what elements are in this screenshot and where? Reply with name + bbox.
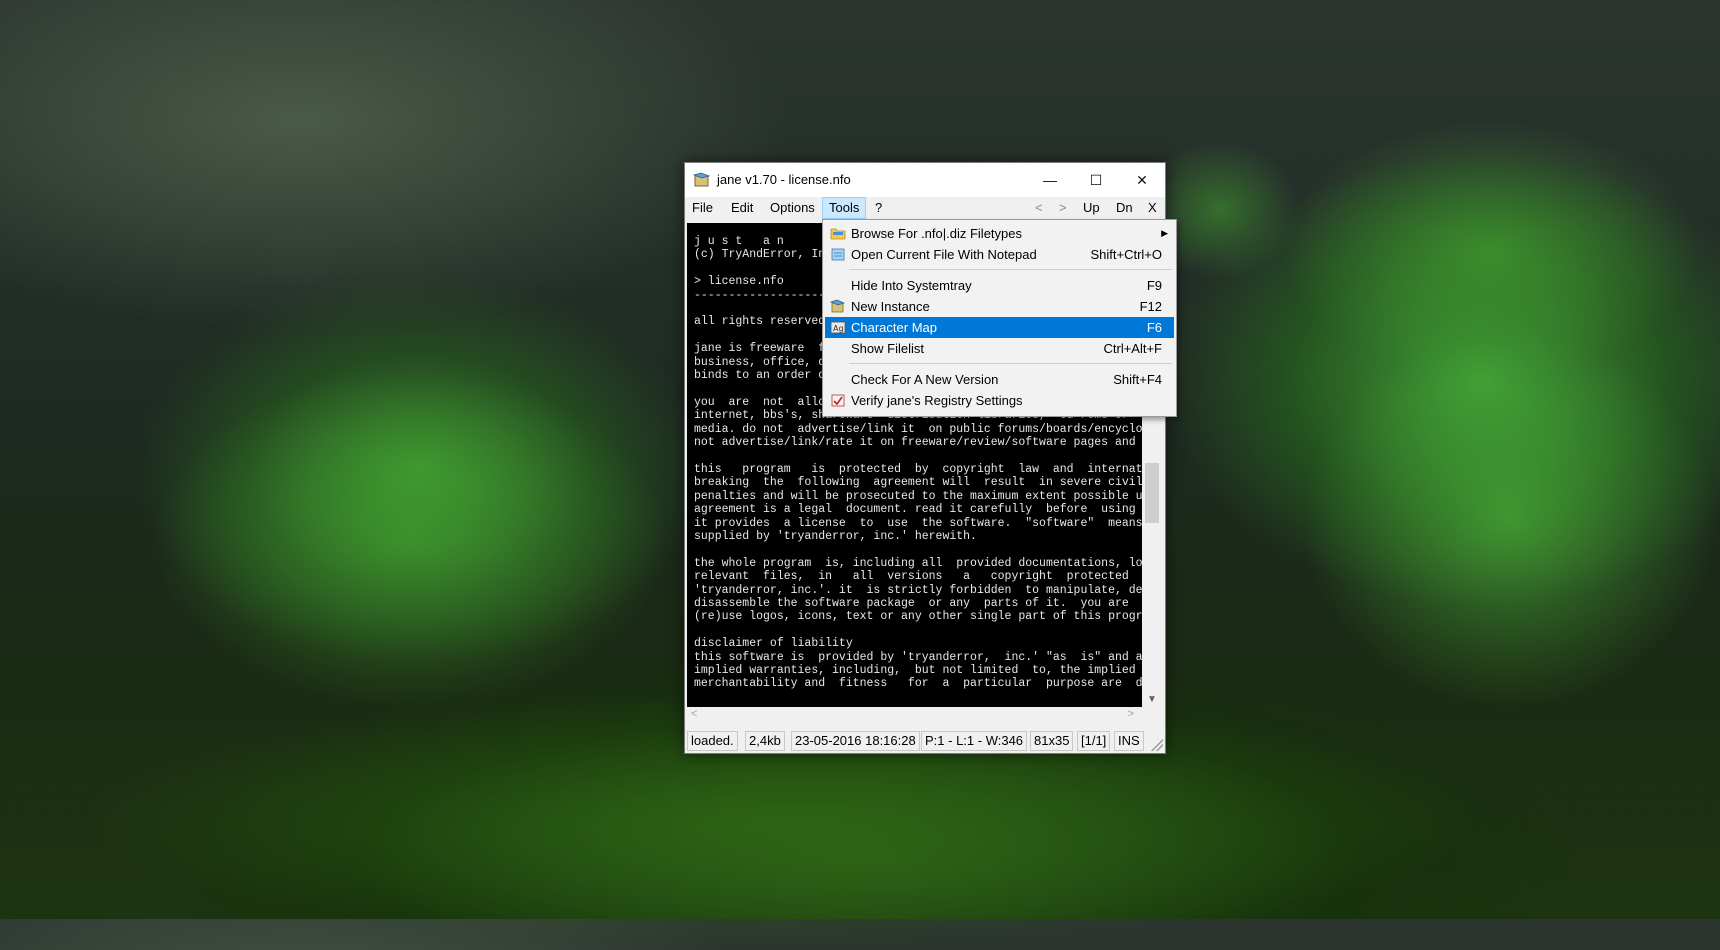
menu-item-shortcut: Shift+Ctrl+O (1090, 247, 1162, 262)
up-button[interactable]: Up (1083, 197, 1100, 219)
menu-separator (849, 363, 1172, 364)
menu-item-character-map[interactable]: Ag Character Map F6 (825, 317, 1174, 338)
background-foliage (1300, 330, 1720, 710)
registry-icon (831, 394, 845, 407)
status-timestamp: 23-05-2016 18:16:28 (791, 731, 920, 751)
status-filesize: 2,4kb (745, 731, 785, 751)
menu-options[interactable]: Options (764, 197, 821, 219)
menu-item-check-version[interactable]: Check For A New Version Shift+F4 (825, 369, 1174, 390)
notepad-icon (831, 248, 845, 261)
menu-item-shortcut: Shift+F4 (1113, 372, 1162, 387)
maximize-button[interactable]: ☐ (1073, 163, 1119, 197)
menu-item-open-notepad[interactable]: Open Current File With Notepad Shift+Ctr… (825, 244, 1174, 265)
close-button[interactable]: ✕ (1119, 163, 1165, 197)
menu-item-browse-filetypes[interactable]: Browse For .nfo|.diz Filetypes ▶ (825, 223, 1174, 244)
submenu-arrow-icon: ▶ (1161, 228, 1168, 238)
character-map-icon: Ag (830, 321, 846, 334)
down-button[interactable]: Dn (1116, 197, 1133, 219)
scrollbar-thumb[interactable] (1145, 463, 1159, 523)
background-foliage (150, 370, 670, 710)
menu-item-shortcut: F12 (1139, 299, 1162, 314)
app-icon (830, 299, 845, 313)
resize-grip-icon[interactable] (1151, 739, 1163, 751)
window-title: jane v1.70 - license.nfo (717, 172, 851, 187)
menu-edit[interactable]: Edit (725, 197, 759, 219)
menu-item-label: Check For A New Version (851, 372, 999, 387)
menu-item-shortcut: F9 (1146, 278, 1162, 293)
scroll-left-icon[interactable]: < (691, 708, 697, 720)
menu-item-label: Browse For .nfo|.diz Filetypes (851, 226, 1022, 241)
menu-separator (849, 269, 1172, 270)
prev-button[interactable]: < (1035, 197, 1043, 219)
status-insert-mode: INS (1114, 731, 1144, 751)
folder-icon (830, 228, 846, 240)
status-file-index: [1/1] (1077, 731, 1111, 751)
menu-file[interactable]: File (686, 197, 719, 219)
menu-item-label: Open Current File With Notepad (851, 247, 1037, 262)
menu-item-new-instance[interactable]: New Instance F12 (825, 296, 1174, 317)
menu-item-label: Character Map (851, 320, 937, 335)
close-file-button[interactable]: X (1148, 197, 1157, 219)
tools-dropdown-menu: Browse For .nfo|.diz Filetypes ▶ Open Cu… (822, 219, 1177, 417)
next-button[interactable]: > (1059, 197, 1067, 219)
status-state: loaded. (687, 731, 738, 751)
menu-item-label: New Instance (851, 299, 930, 314)
horizontal-scrollbar[interactable]: < > (687, 707, 1142, 725)
menu-item-shortcut: F6 (1146, 320, 1162, 335)
minimize-button[interactable]: — (1027, 163, 1073, 197)
svg-text:Ag: Ag (833, 324, 844, 333)
scroll-right-icon[interactable]: > (1128, 708, 1134, 720)
status-dimensions: 81x35 (1030, 731, 1074, 751)
menu-item-label: Verify jane's Registry Settings (851, 393, 1023, 408)
menu-item-label: Show Filelist (851, 341, 924, 356)
title-bar[interactable]: jane v1.70 - license.nfo — ☐ ✕ (685, 163, 1165, 197)
menu-bar: File Edit Options Tools ? < > Up Dn X (685, 197, 1165, 221)
app-icon (693, 172, 711, 187)
menu-item-verify-registry[interactable]: Verify jane's Registry Settings (825, 390, 1174, 411)
menu-help[interactable]: ? (869, 197, 888, 219)
menu-item-hide-systemtray[interactable]: Hide Into Systemtray F9 (825, 275, 1174, 296)
status-position: P:1 - L:1 - W:346 (921, 731, 1028, 751)
menu-item-label: Hide Into Systemtray (851, 278, 972, 293)
menu-item-shortcut: Ctrl+Alt+F (1103, 341, 1162, 356)
menu-tools[interactable]: Tools (822, 197, 867, 219)
menu-item-show-filelist[interactable]: Show Filelist Ctrl+Alt+F (825, 338, 1174, 359)
status-bar: loaded. 2,4kb 23-05-2016 18:16:28 P:1 - … (685, 729, 1165, 753)
scroll-down-icon[interactable]: ▼ (1142, 694, 1162, 705)
